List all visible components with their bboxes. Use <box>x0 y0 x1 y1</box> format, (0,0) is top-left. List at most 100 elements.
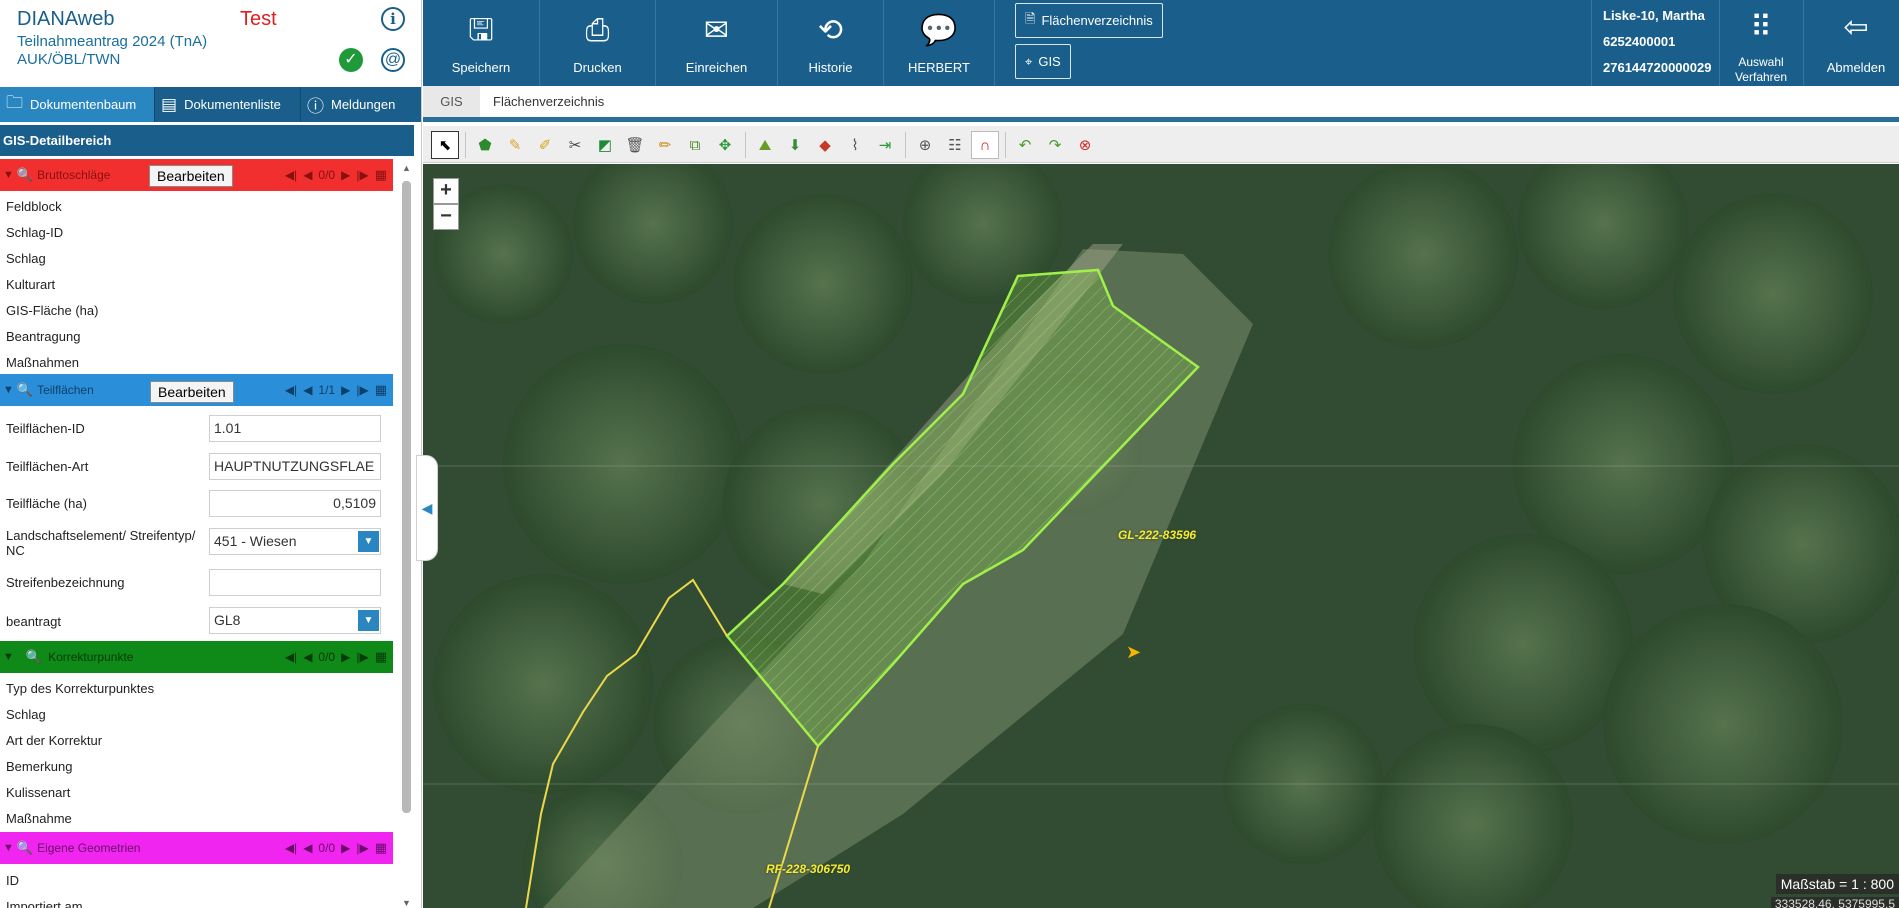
field-label: Teilflächen-Art <box>6 459 89 474</box>
last-record-icon[interactable]: |▶ <box>356 841 368 855</box>
info-icon[interactable]: i <box>381 7 405 31</box>
submit-button[interactable]: ✉ Einreichen <box>656 0 778 86</box>
scrollbar-thumb[interactable] <box>402 181 411 813</box>
parcel-label-selected[interactable]: GL-222-83596 <box>1118 528 1196 542</box>
layer-down-icon[interactable]: ⬇ <box>781 131 809 159</box>
collapse-triangle-icon[interactable]: ▼ <box>3 384 14 396</box>
save-button[interactable]: 🖫 Speichern <box>423 0 540 86</box>
field-label: GIS-Fläche (ha) <box>6 303 99 318</box>
auswahl-verfahren-button[interactable]: ⠿ Auswahl Verfahren <box>1719 0 1803 86</box>
beantragt-select[interactable]: GL8 ▼ <box>209 607 381 634</box>
edit-button[interactable]: Bearbeiten <box>150 381 234 403</box>
draw-line-icon[interactable]: ✏ <box>651 131 679 159</box>
divider <box>1591 0 1592 86</box>
merge-icon[interactable]: ⧉ <box>681 131 709 159</box>
next-record-icon[interactable]: ▶ <box>341 168 350 182</box>
table-view-icon[interactable]: ▦ <box>375 382 387 398</box>
first-record-icon[interactable]: ◀| <box>285 841 297 855</box>
teilflaechen-art-field[interactable]: HAUPTNUTZUNGSFLAE <box>209 453 381 480</box>
breadcrumb-flaechenverzeichnis[interactable]: Flächenverzeichnis <box>493 86 604 117</box>
move-icon[interactable]: ✥ <box>711 131 739 159</box>
redo-icon[interactable]: ↷ <box>1041 131 1069 159</box>
zoom-out-button[interactable]: − <box>433 204 459 230</box>
print-button[interactable]: ⎙ Drucken <box>540 0 656 86</box>
section-eigene-geometrien[interactable]: ▼ 🔍 Eigene Geometrien ◀| ◀ 0/0 ▶ |▶ ▦ <box>0 832 393 864</box>
flaechenverzeichnis-button[interactable]: 🗎 Flächenverzeichnis <box>1015 3 1163 38</box>
tab-dokumentenliste[interactable]: ▤ Dokumentenliste <box>155 87 301 122</box>
chevron-down-icon[interactable]: ▼ <box>358 610 379 631</box>
add-point-icon[interactable]: ⊕ <box>911 131 939 159</box>
select-value: 451 - Wiesen <box>214 533 297 549</box>
add-polygon-icon[interactable]: ⬟ <box>471 131 499 159</box>
last-record-icon[interactable]: |▶ <box>356 168 368 182</box>
edit-polygon-icon[interactable]: ✎ <box>501 131 529 159</box>
next-record-icon[interactable]: ▶ <box>341 650 350 664</box>
split-polygon-icon[interactable]: ◩ <box>591 131 619 159</box>
breadcrumb-gis[interactable]: GIS <box>423 86 480 117</box>
teilflaechen-id-field[interactable]: 1.01 <box>209 415 381 442</box>
record-counter: 0/0 <box>318 650 336 664</box>
prev-record-icon[interactable]: ◀ <box>303 383 312 397</box>
snap-magnet-icon[interactable]: ∩ <box>971 131 999 159</box>
scroll-up-icon[interactable]: ▲ <box>402 163 411 173</box>
field-label: Importiert am <box>6 899 83 908</box>
tab-meldungen[interactable]: ⓘ Meldungen <box>301 87 421 122</box>
magnifier-icon[interactable]: 🔍 <box>26 649 42 665</box>
first-record-icon[interactable]: ◀| <box>285 383 297 397</box>
last-record-icon[interactable]: |▶ <box>356 650 368 664</box>
last-record-icon[interactable]: |▶ <box>356 383 368 397</box>
prev-record-icon[interactable]: ◀ <box>303 168 312 182</box>
table-view-icon[interactable]: ▦ <box>375 840 387 856</box>
tab-label: Dokumentenliste <box>184 97 281 112</box>
herbert-button[interactable]: 💬 HERBERT <box>884 0 995 86</box>
magnifier-icon[interactable]: 🔍 <box>17 840 33 856</box>
next-record-icon[interactable]: ▶ <box>341 383 350 397</box>
collapse-triangle-icon[interactable]: ▼ <box>3 842 14 854</box>
collapse-triangle-icon[interactable]: ▼ <box>3 651 14 663</box>
gis-button[interactable]: ⌖ GIS <box>1015 44 1071 79</box>
chevron-down-icon[interactable]: ▼ <box>358 531 379 552</box>
select-pointer-icon[interactable]: ⬉ <box>431 131 459 159</box>
prev-record-icon[interactable]: ◀ <box>303 841 312 855</box>
teilflaeche-ha-field[interactable]: 0,5109 <box>209 490 381 517</box>
layer-up-icon[interactable]: ⛰ <box>751 131 779 159</box>
layers-icon[interactable]: ◆ <box>811 131 839 159</box>
left-scrollbar[interactable]: ▲ ▼ <box>401 161 412 908</box>
edit-vertices-icon[interactable]: ✐ <box>531 131 559 159</box>
prev-record-icon[interactable]: ◀ <box>303 650 312 664</box>
section-korrekturpunkte[interactable]: ▼ 🔍 Korrekturpunkte ◀| ◀ 0/0 ▶ |▶ ▦ <box>0 641 393 673</box>
collapse-panel-handle[interactable]: ◀ <box>416 455 438 561</box>
edit-button[interactable]: Bearbeiten <box>149 165 233 187</box>
first-record-icon[interactable]: ◀| <box>285 168 297 182</box>
tab-label: Dokumentenbaum <box>30 97 137 112</box>
check-icon[interactable]: ✓ <box>339 48 363 72</box>
import-icon[interactable]: ⇥ <box>871 131 899 159</box>
delete-icon[interactable]: 🗑 <box>621 131 649 159</box>
section-bruttoschlaege[interactable]: ▼ 🔍 Bruttoschläge Bearbeiten ◀| ◀ 0/0 ▶ … <box>0 159 393 191</box>
cut-icon[interactable]: ✂ <box>561 131 589 159</box>
email-at-icon[interactable]: @ <box>381 48 405 72</box>
next-record-icon[interactable]: ▶ <box>341 841 350 855</box>
undo-icon[interactable]: ↶ <box>1011 131 1039 159</box>
table-view-icon[interactable]: ▦ <box>375 649 387 665</box>
table-view-icon[interactable]: ▦ <box>375 167 387 183</box>
measure-icon[interactable]: ⌇ <box>841 131 869 159</box>
logout-button[interactable]: ⇦ Abmelden <box>1813 0 1899 86</box>
landschaftselement-select[interactable]: 451 - Wiesen ▼ <box>209 528 381 555</box>
parcel-label-neighbor[interactable]: RF-228-306750 <box>766 862 850 876</box>
tab-dokumentenbaum[interactable]: 🗀 Dokumentenbaum <box>0 87 155 122</box>
attribute-table-icon[interactable]: ☷ <box>941 131 969 159</box>
document-list-icon: ▤ <box>161 94 178 114</box>
streifenbezeichnung-field[interactable] <box>209 569 381 596</box>
section-teilflaechen[interactable]: ▼ 🔍 Teilflächen Bearbeiten ◀| ◀ 1/1 ▶ |▶… <box>0 374 393 406</box>
history-button[interactable]: ⟲ Historie <box>778 0 884 86</box>
cancel-icon[interactable]: ⊗ <box>1071 131 1099 159</box>
zoom-in-button[interactable]: + <box>433 178 459 204</box>
magnifier-icon[interactable]: 🔍 <box>17 167 33 183</box>
magnifier-icon[interactable]: 🔍 <box>17 382 33 398</box>
map-view[interactable]: + − GL-222-83596 RF-228-306750 ➤ Maßstab… <box>423 164 1899 908</box>
gis-detail-fields: ▼ 🔍 Bruttoschläge Bearbeiten ◀| ◀ 0/0 ▶ … <box>0 159 400 908</box>
scroll-down-icon[interactable]: ▼ <box>402 898 411 908</box>
first-record-icon[interactable]: ◀| <box>285 650 297 664</box>
collapse-triangle-icon[interactable]: ▼ <box>3 169 14 181</box>
